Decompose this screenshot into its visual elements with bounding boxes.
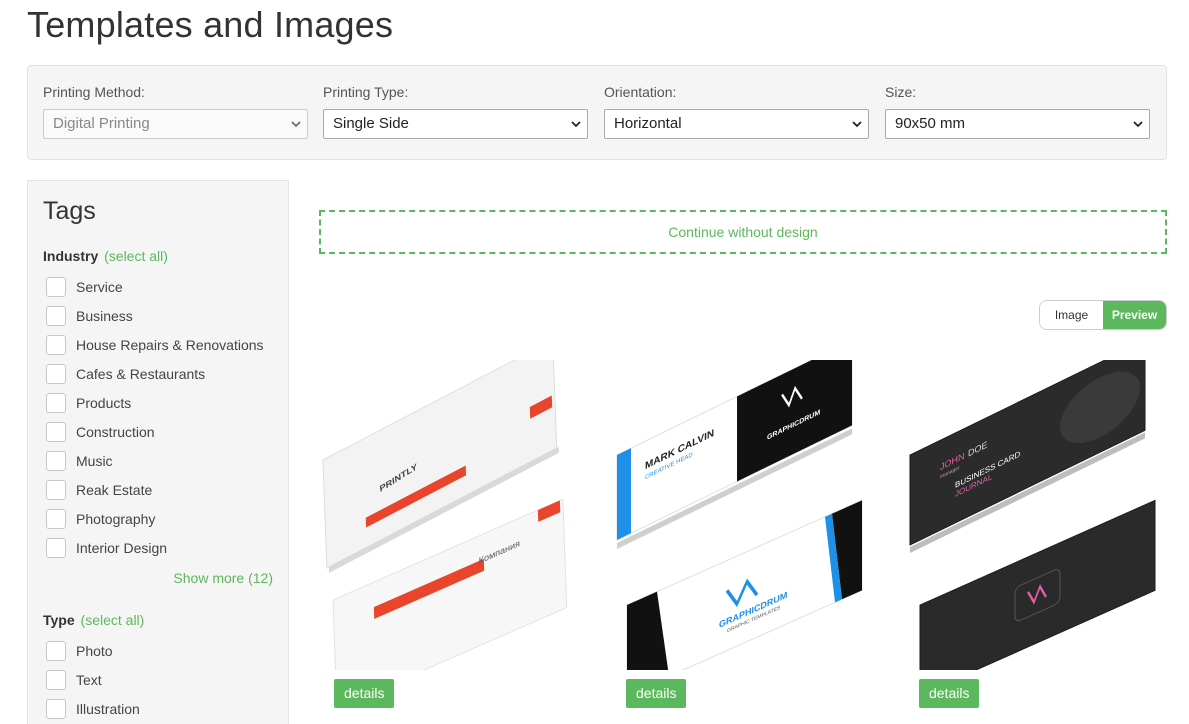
chevron-down-icon (571, 121, 581, 128)
type-label: Type (43, 612, 75, 628)
tag-label: Photography (76, 511, 156, 527)
chevron-down-icon (1133, 121, 1143, 128)
checkbox[interactable] (46, 364, 66, 384)
tag-real-estate[interactable]: Reak Estate (46, 479, 152, 501)
filter-bar: Printing Method: Digital Printing Printi… (27, 65, 1167, 160)
page-title: Templates and Images (27, 4, 394, 45)
tag-label: Construction (76, 424, 155, 440)
continue-without-design-button[interactable]: Continue without design (319, 210, 1167, 254)
checkbox[interactable] (46, 306, 66, 326)
printing-type-select[interactable]: Single Side (323, 109, 588, 139)
tags-sidebar: Tags Industry (select all) Service Busin… (27, 180, 289, 724)
chevron-down-icon (852, 121, 862, 128)
tag-label: Music (76, 453, 113, 469)
checkbox[interactable] (46, 480, 66, 500)
tag-interior-design[interactable]: Interior Design (46, 537, 167, 559)
checkbox[interactable] (46, 509, 66, 529)
tag-label: Service (76, 279, 123, 295)
tag-label: House Repairs & Renovations (76, 337, 264, 353)
tag-text[interactable]: Text (46, 669, 102, 691)
tag-service[interactable]: Service (46, 276, 123, 298)
industry-label: Industry (43, 248, 99, 264)
size-select[interactable]: 90x50 mm (885, 109, 1150, 139)
printing-method-value: Digital Printing (53, 115, 150, 132)
orientation-filter: Orientation: Horizontal (604, 84, 869, 139)
printing-type-filter: Printing Type: Single Side (323, 84, 588, 139)
size-filter: Size: 90x50 mm (885, 84, 1150, 139)
type-group-header: Type (select all) (43, 612, 144, 628)
tag-label: Photo (76, 643, 113, 659)
tag-label: Products (76, 395, 132, 411)
industry-group-header: Industry (select all) (43, 248, 168, 264)
image-view-button[interactable]: Image (1040, 301, 1103, 329)
size-label: Size: (885, 84, 917, 100)
tags-title: Tags (43, 197, 96, 225)
orientation-select[interactable]: Horizontal (604, 109, 869, 139)
printing-type-label: Printing Type: (323, 84, 409, 100)
tag-music[interactable]: Music (46, 450, 113, 472)
tag-business[interactable]: Business (46, 305, 133, 327)
checkbox[interactable] (46, 393, 66, 413)
template-card-2[interactable]: MARK CALVIN CREATIVE HEAD GRAPHICDRUM GR… (612, 360, 884, 670)
details-button-3[interactable]: details (919, 679, 980, 708)
checkbox[interactable] (46, 422, 66, 442)
printing-method-label: Printing Method: (43, 84, 145, 100)
show-more-link[interactable]: Show more (12) (173, 570, 273, 586)
details-button-1[interactable]: details (334, 679, 395, 708)
tag-label: Cafes & Restaurants (76, 366, 206, 382)
tag-label: Interior Design (76, 540, 168, 556)
chevron-down-icon (291, 121, 301, 128)
size-value: 90x50 mm (895, 115, 966, 132)
checkbox[interactable] (46, 451, 66, 471)
checkbox[interactable] (46, 277, 66, 297)
checkbox[interactable] (46, 335, 66, 355)
printing-type-value: Single Side (333, 115, 409, 132)
template-preview-image: JOHN DOE manager BUSINESS CARD JOURNAL (909, 360, 1156, 670)
checkbox[interactable] (46, 699, 66, 719)
tag-label: Reak Estate (76, 482, 153, 498)
tag-cafes-restaurants[interactable]: Cafes & Restaurants (46, 363, 205, 385)
orientation-value: Horizontal (614, 115, 682, 132)
tag-products[interactable]: Products (46, 392, 131, 414)
tag-illustration[interactable]: Illustration (46, 698, 140, 720)
tag-house-repairs[interactable]: House Repairs & Renovations (46, 334, 264, 356)
checkbox[interactable] (46, 538, 66, 558)
tag-label: Business (76, 308, 133, 324)
view-toggle: Image Preview (1039, 300, 1167, 330)
industry-select-all-link[interactable]: (select all) (104, 248, 168, 264)
orientation-label: Orientation: (604, 84, 677, 100)
tag-label: Text (76, 672, 102, 688)
template-preview-image: MARK CALVIN CREATIVE HEAD GRAPHICDRUM GR… (616, 360, 863, 670)
checkbox[interactable] (46, 670, 66, 690)
checkbox[interactable] (46, 641, 66, 661)
details-button-2[interactable]: details (626, 679, 687, 708)
tag-construction[interactable]: Construction (46, 421, 155, 443)
tag-photography[interactable]: Photography (46, 508, 155, 530)
preview-view-button[interactable]: Preview (1103, 301, 1166, 329)
template-card-1[interactable]: PRINTLY Компания (318, 360, 590, 670)
template-card-3[interactable]: JOHN DOE manager BUSINESS CARD JOURNAL (905, 360, 1177, 670)
type-select-all-link[interactable]: (select all) (81, 612, 145, 628)
tag-label: Illustration (76, 701, 140, 717)
tag-photo[interactable]: Photo (46, 640, 113, 662)
template-preview-image: PRINTLY Компания (322, 360, 568, 670)
printing-method-select[interactable]: Digital Printing (43, 109, 308, 139)
printing-method-filter: Printing Method: Digital Printing (43, 84, 308, 139)
